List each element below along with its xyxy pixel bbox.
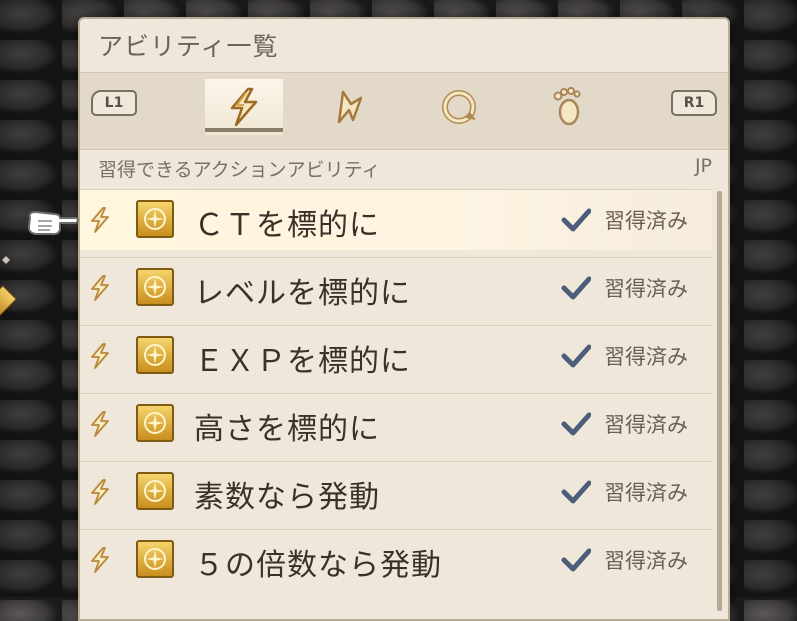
ability-emblem-icon [136, 268, 174, 306]
ability-name: ＣＴを標的に [194, 208, 380, 243]
learned-check-icon [561, 548, 591, 572]
learned-status: 習得済み [604, 549, 688, 573]
action-bolt-icon [91, 207, 109, 233]
support-cycle-icon [442, 90, 476, 124]
learned-status: 習得済み [604, 277, 688, 301]
pointing-hand-cursor-icon [27, 211, 79, 236]
tab-support-abilities[interactable] [420, 79, 498, 135]
learned-status: 習得済み [604, 413, 688, 437]
list-header: 習得できるアクションアビリティ JP [80, 149, 728, 189]
ability-type-tabbar: L1 R1 [80, 72, 728, 150]
movement-foot-icon [553, 87, 581, 126]
reaction-icon [337, 90, 363, 124]
ability-row[interactable]: 高さを標的に 習得済み [80, 393, 712, 454]
action-bolt-icon [91, 411, 109, 437]
ability-row[interactable]: レベルを標的に 習得済み [80, 257, 712, 318]
ability-name: レベルを標的に [194, 276, 411, 311]
ability-emblem-icon [136, 472, 174, 510]
learned-check-icon [561, 208, 591, 232]
l1-shoulder-button[interactable]: L1 [91, 90, 137, 116]
list-scrollbar[interactable] [717, 191, 722, 611]
ability-list-panel: アビリティ一覧 L1 R1 習得できるアクションアビリティ JP ＣＴを標的に … [78, 17, 730, 621]
action-bolt-icon [230, 87, 258, 127]
ability-name: ＥＸＰを標的に [194, 344, 411, 379]
action-bolt-icon [91, 547, 109, 573]
ability-emblem-icon [136, 336, 174, 374]
ability-row[interactable]: 素数なら発動 習得済み [80, 461, 712, 522]
learned-check-icon [561, 412, 591, 436]
learned-check-icon [561, 344, 591, 368]
list-header-label: 習得できるアクションアビリティ [98, 159, 381, 181]
r1-shoulder-button[interactable]: R1 [671, 90, 717, 116]
learned-status: 習得済み [604, 481, 688, 505]
ability-name: 素数なら発動 [194, 480, 380, 515]
learned-status: 習得済み [604, 209, 688, 233]
jp-column-header: JP [694, 155, 712, 177]
active-tab-indicator [205, 128, 283, 132]
ability-emblem-icon [136, 540, 174, 578]
tab-action-abilities[interactable] [205, 79, 283, 135]
action-bolt-icon [91, 479, 109, 505]
learned-status: 習得済み [604, 345, 688, 369]
action-bolt-icon [91, 343, 109, 369]
ability-name: 高さを標的に [194, 412, 380, 447]
learned-check-icon [561, 480, 591, 504]
ability-emblem-icon [136, 404, 174, 442]
learned-check-icon [561, 276, 591, 300]
ability-row[interactable]: ＥＸＰを標的に 習得済み [80, 325, 712, 386]
ability-name: ５の倍数なら発動 [194, 548, 442, 583]
ability-row[interactable]: ＣＴを標的に 習得済み [80, 189, 712, 250]
ability-row[interactable]: ５の倍数なら発動 習得済み [80, 529, 712, 590]
tab-movement-abilities[interactable] [528, 79, 606, 135]
ability-emblem-icon [136, 200, 174, 238]
panel-title: アビリティ一覧 [98, 32, 279, 61]
action-bolt-icon [91, 275, 109, 301]
tab-reaction-abilities[interactable] [310, 79, 388, 135]
